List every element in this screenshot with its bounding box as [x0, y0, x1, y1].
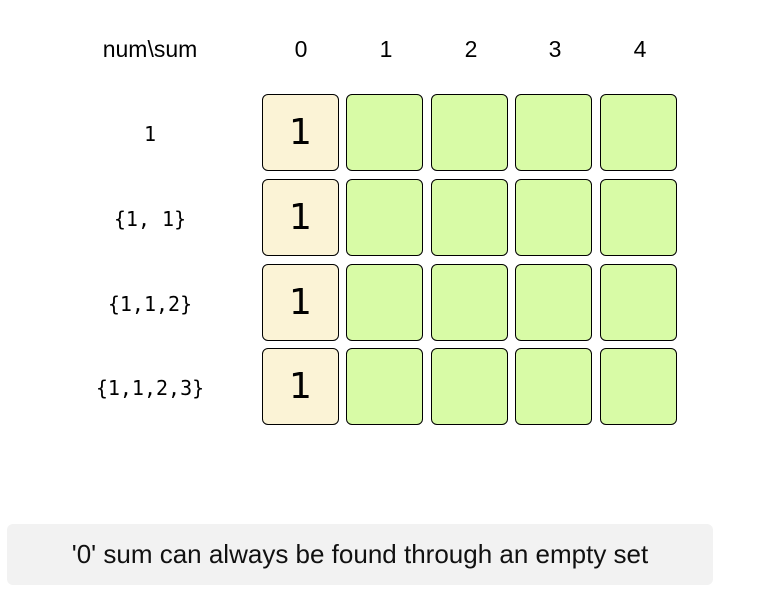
cell-r3-c4	[600, 348, 677, 425]
cell-r0-c0: 1	[262, 94, 339, 171]
col-header-1: 1	[379, 36, 393, 62]
col-header-4: 4	[633, 36, 647, 62]
cell-r1-c4	[600, 179, 677, 256]
cell-r1-c3	[515, 179, 592, 256]
cell-r2-c2	[431, 264, 508, 341]
cell-r0-c4	[600, 94, 677, 171]
caption-box: '0' sum can always be found through an e…	[7, 524, 713, 585]
cell-r2-c3	[515, 264, 592, 341]
cell-r1-c2	[431, 179, 508, 256]
row-label-0: 1	[143, 122, 157, 146]
cell-r2-c4	[600, 264, 677, 341]
cell-r3-c1	[346, 348, 423, 425]
caption-text: '0' sum can always be found through an e…	[71, 539, 649, 569]
cell-r2-c1	[346, 264, 423, 341]
col-header-3: 3	[548, 36, 562, 62]
cell-r2-c0: 1	[262, 264, 339, 341]
corner-label: num\sum	[102, 36, 198, 62]
row-label-3: {1,1,2,3}	[95, 376, 205, 400]
cell-r3-c0: 1	[262, 348, 339, 425]
row-label-2: {1,1,2}	[107, 292, 193, 316]
cell-r1-c1	[346, 179, 423, 256]
col-header-2: 2	[464, 36, 478, 62]
cell-r0-c2	[431, 94, 508, 171]
cell-r0-c3	[515, 94, 592, 171]
cell-r0-c1	[346, 94, 423, 171]
cell-r1-c0: 1	[262, 179, 339, 256]
cell-r3-c3	[515, 348, 592, 425]
row-label-1: {1, 1}	[113, 207, 187, 231]
col-header-0: 0	[294, 36, 308, 62]
cell-r3-c2	[431, 348, 508, 425]
